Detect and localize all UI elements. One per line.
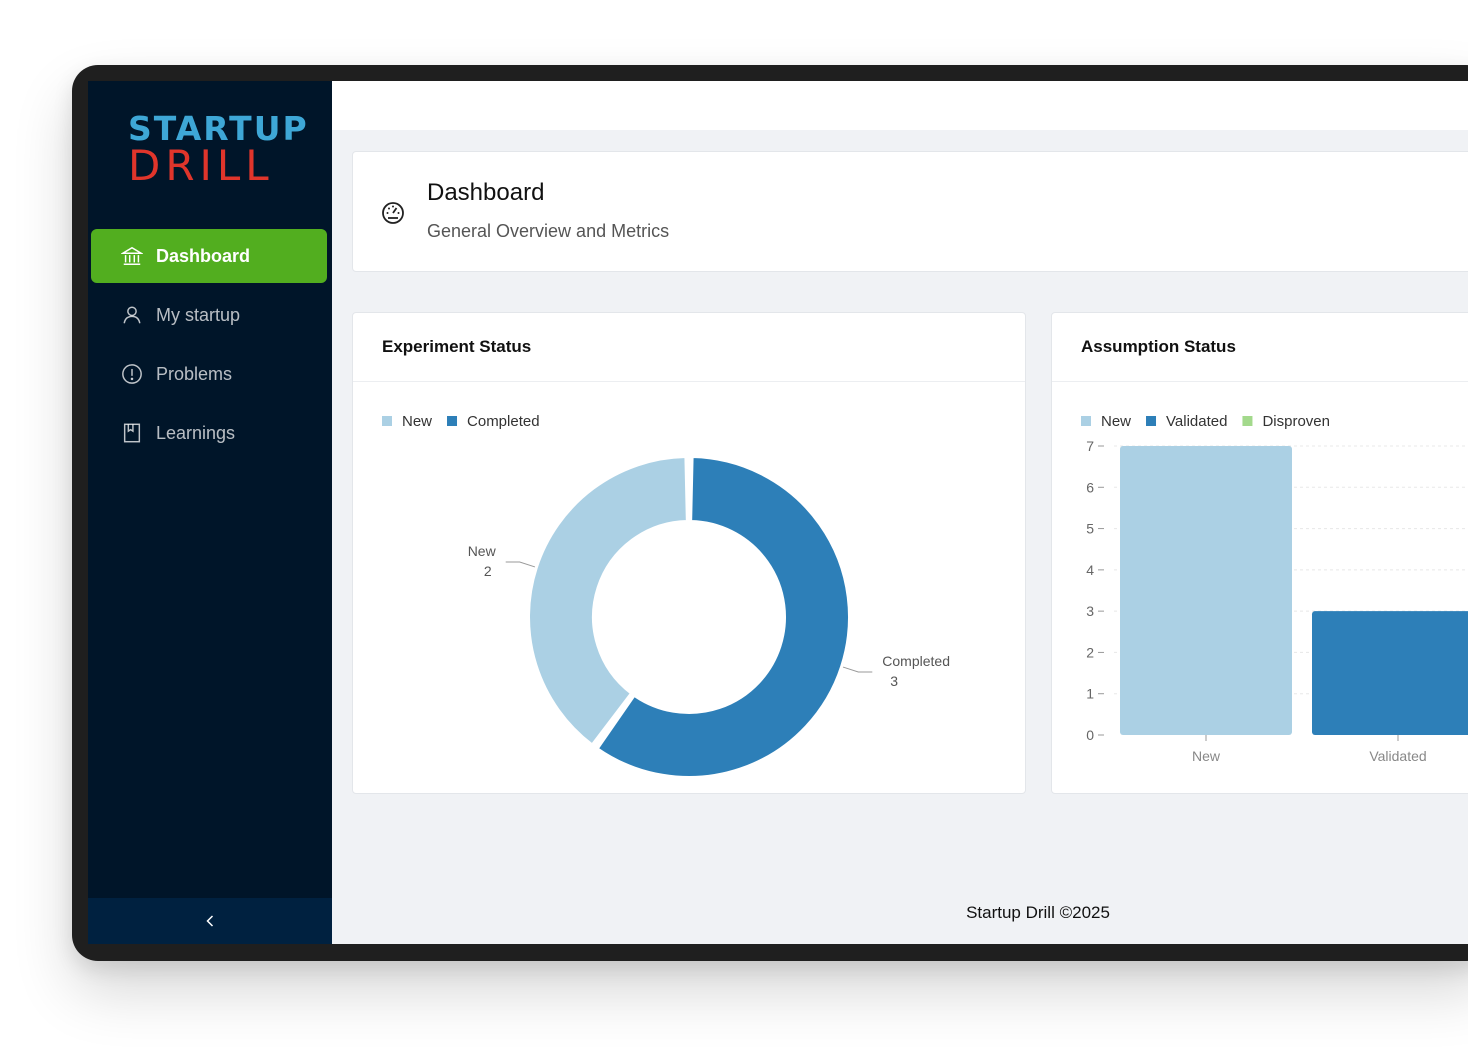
sidebar-nav: Dashboard My startup Problems Learnings — [88, 229, 332, 465]
donut-slice-new — [528, 456, 688, 746]
page-subtitle: General Overview and Metrics — [427, 221, 670, 241]
donut-label-line — [842, 666, 873, 673]
logo-line-2: DRILL — [128, 141, 274, 190]
bank-icon — [121, 245, 143, 267]
legend-label: New — [402, 413, 432, 430]
user-icon — [121, 304, 143, 326]
app-screen: STARTUP DRILL Dashboard My startup Probl… — [88, 81, 1468, 944]
sidebar-item-my-startup[interactable]: My startup — [91, 288, 327, 342]
page-title: Dashboard — [427, 179, 545, 206]
donut-label-value: 2 — [484, 563, 492, 579]
legend-label: New — [1101, 413, 1131, 430]
y-tick-label: 6 — [1086, 479, 1094, 495]
y-tick-label: 1 — [1086, 686, 1094, 702]
legend-label: Validated — [1166, 413, 1227, 430]
sidebar-item-dashboard[interactable]: Dashboard — [91, 229, 327, 283]
y-tick-label: 5 — [1086, 521, 1094, 537]
exclamation-circle-icon — [121, 363, 143, 385]
assumption-status-chart: New Validated Disproven 0 1 2 3 4 5 6 7 New Validate… — [1081, 413, 1468, 764]
y-tick-label: 4 — [1086, 562, 1094, 578]
chevron-left-icon — [206, 915, 214, 927]
bar-new — [1120, 446, 1292, 735]
card-title: Experiment Status — [353, 313, 1025, 382]
donut-label-name: Completed — [882, 653, 950, 669]
experiment-status-card: Experiment Status New Completed Completed 3… — [352, 312, 1026, 794]
sidebar-item-label: My startup — [156, 304, 241, 325]
sidebar-item-label: Dashboard — [156, 245, 251, 266]
donut-label-value: 3 — [890, 673, 898, 689]
book-icon — [121, 422, 143, 444]
page-header: Dashboard General Overview and Metrics — [352, 151, 1468, 272]
sidebar-item-label: Problems — [156, 363, 233, 384]
sidebar-collapse-button[interactable] — [88, 898, 332, 944]
sidebar: STARTUP DRILL Dashboard My startup Probl… — [88, 81, 332, 944]
y-tick-label: 2 — [1086, 644, 1094, 660]
gauge-icon — [382, 202, 404, 224]
legend-label: Disproven — [1262, 413, 1330, 430]
legend-swatch — [382, 416, 392, 426]
card-title: Assumption Status — [1052, 313, 1468, 382]
x-tick-label: New — [1192, 748, 1221, 764]
x-tick-label: Validated — [1369, 748, 1426, 764]
legend-swatch — [1081, 416, 1091, 426]
experiment-status-chart: New Completed Completed 3 New 2 — [382, 413, 950, 778]
logo: STARTUP DRILL — [128, 111, 307, 190]
donut-label-line — [505, 561, 536, 568]
y-tick-label: 7 — [1086, 438, 1094, 454]
legend-swatch — [1242, 416, 1253, 426]
legend-swatch — [1146, 416, 1157, 426]
y-tick-label: 3 — [1086, 603, 1094, 619]
sidebar-item-label: Learnings — [156, 422, 236, 443]
top-header — [332, 81, 1468, 130]
donut-label-name: New — [468, 543, 497, 559]
legend-label: Completed — [467, 413, 540, 430]
sidebar-item-learnings[interactable]: Learnings — [91, 406, 327, 460]
footer: Startup Drill ©2025 — [966, 903, 1110, 922]
legend-swatch — [447, 416, 458, 426]
y-tick-label: 0 — [1086, 727, 1094, 743]
bar-validated — [1312, 611, 1468, 735]
sidebar-item-problems[interactable]: Problems — [91, 347, 327, 401]
assumption-status-card: Assumption Status New Validated Disproven 0… — [1051, 312, 1468, 794]
